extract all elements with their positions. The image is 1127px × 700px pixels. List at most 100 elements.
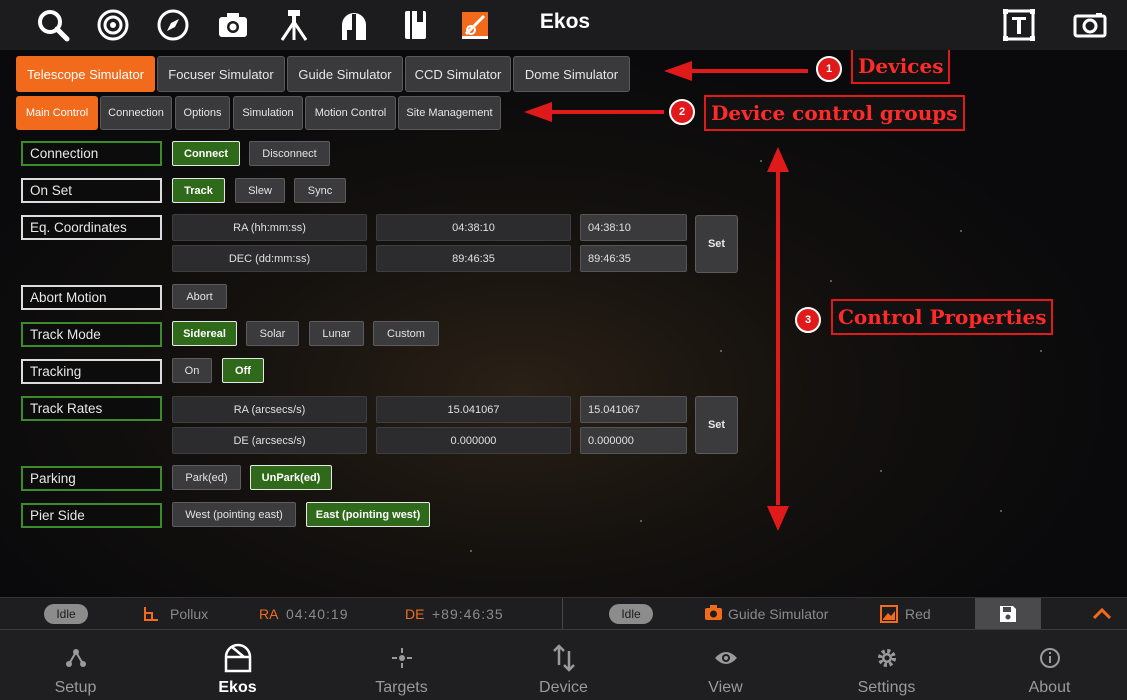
ra-input[interactable]: 04:38:10 — [580, 214, 687, 241]
star — [720, 350, 722, 352]
ra-label: RA — [259, 606, 279, 622]
ra-readout: 04:40:19 — [286, 606, 349, 622]
tab-simulation[interactable]: Simulation — [233, 96, 303, 130]
disconnect-button[interactable]: Disconnect — [249, 141, 330, 166]
search-icon[interactable] — [33, 5, 73, 45]
compass-icon[interactable] — [153, 5, 193, 45]
star — [880, 470, 882, 472]
abort-button[interactable]: Abort — [172, 284, 227, 309]
track-rates-label: Track Rates — [21, 396, 162, 421]
nav-ekos[interactable]: Ekos — [157, 630, 318, 700]
tab-focuser-simulator[interactable]: Focuser Simulator — [157, 56, 285, 92]
tracking-off-button[interactable]: Off — [222, 358, 264, 383]
tab-motion-control[interactable]: Motion Control — [305, 96, 396, 130]
track-button[interactable]: Track — [172, 178, 225, 203]
tab-dome-simulator[interactable]: Dome Simulator — [513, 56, 630, 92]
annotation-groups-label: Device control groups — [704, 95, 965, 131]
tracking-label: Tracking — [21, 359, 162, 384]
tab-guide-simulator[interactable]: Guide Simulator — [287, 56, 403, 92]
annotation-2-marker: 2 — [669, 99, 695, 125]
custom-button[interactable]: Custom — [373, 321, 439, 346]
ra-rate-input[interactable]: 15.041067 — [580, 396, 687, 423]
star — [1000, 510, 1002, 512]
star — [1040, 350, 1042, 352]
pier-west-button[interactable]: West (pointing east) — [172, 502, 296, 527]
observatory-icon[interactable] — [334, 5, 374, 45]
de-readout: +89:46:35 — [432, 606, 504, 622]
sidereal-button[interactable]: Sidereal — [172, 321, 237, 346]
target-name: Pollux — [170, 606, 209, 622]
star — [960, 230, 962, 232]
targets-icon — [391, 648, 412, 668]
tab-site-management[interactable]: Site Management — [398, 96, 501, 130]
ra-rate-value: 15.041067 — [376, 396, 571, 423]
tab-ccd-simulator[interactable]: CCD Simulator — [405, 56, 511, 92]
ekos-logo-icon[interactable] — [455, 5, 495, 45]
rates-set-button[interactable]: Set — [695, 396, 738, 454]
lunar-button[interactable]: Lunar — [309, 321, 364, 346]
text-overlay-icon[interactable] — [999, 5, 1039, 45]
screenshot-icon[interactable] — [1070, 5, 1110, 45]
annotation-properties-label: Control Properties — [831, 299, 1054, 335]
notebook-icon[interactable] — [395, 5, 435, 45]
track-mode-label: Track Mode — [21, 322, 162, 347]
slew-button[interactable]: Slew — [235, 178, 285, 203]
nav-view-label: View — [708, 679, 743, 696]
status-divider — [562, 598, 563, 630]
nav-device[interactable]: Device — [483, 630, 644, 700]
setup-icon — [65, 649, 86, 667]
filter-name: Red — [905, 606, 931, 622]
dec-input[interactable]: 89:46:35 — [580, 245, 687, 272]
de-rate-input[interactable]: 0.000000 — [580, 427, 687, 454]
ra-rate-label: RA (arcsecs/s) — [172, 396, 367, 423]
top-toolbar: Ekos — [0, 0, 1127, 50]
ra-value: 04:38:10 — [376, 214, 571, 241]
annotation-3-marker: 3 — [795, 307, 821, 333]
camera-icon — [704, 604, 723, 626]
solar-button[interactable]: Solar — [246, 321, 299, 346]
annotation-devices-label: Devices — [851, 50, 951, 84]
star — [830, 280, 832, 282]
de-label: DE — [405, 606, 425, 622]
nav-settings-label: Settings — [857, 679, 916, 696]
on-set-label: On Set — [21, 178, 162, 203]
eq-set-button[interactable]: Set — [695, 215, 738, 273]
chevron-up-icon[interactable] — [1092, 606, 1112, 625]
nav-about-label: About — [1028, 679, 1071, 696]
pier-east-button[interactable]: East (pointing west) — [306, 502, 430, 527]
sync-button[interactable]: Sync — [294, 178, 346, 203]
nav-about[interactable]: About — [969, 630, 1127, 700]
de-rate-label: DE (arcsecs/s) — [172, 427, 367, 454]
abort-motion-label: Abort Motion — [21, 285, 162, 310]
star — [760, 160, 762, 162]
nav-device-label: Device — [539, 679, 588, 696]
device-arrows-icon — [552, 644, 575, 672]
eye-icon — [714, 652, 737, 664]
mount-status-badge: Idle — [44, 604, 88, 624]
eq-coordinates-label: Eq. Coordinates — [21, 215, 162, 240]
save-button[interactable] — [975, 598, 1041, 630]
camera-name: Guide Simulator — [728, 606, 829, 622]
park-button[interactable]: Park(ed) — [172, 465, 241, 490]
star — [640, 520, 642, 522]
nav-view[interactable]: View — [645, 630, 806, 700]
unpark-button[interactable]: UnPark(ed) — [250, 465, 332, 490]
pier-side-label: Pier Side — [21, 503, 162, 528]
tracking-on-button[interactable]: On — [172, 358, 212, 383]
tab-main-control[interactable]: Main Control — [16, 96, 98, 130]
nav-setup-label: Setup — [54, 679, 97, 696]
app-title: Ekos — [539, 10, 591, 33]
tab-options[interactable]: Options — [175, 96, 230, 130]
nav-targets[interactable]: Targets — [321, 630, 482, 700]
tab-connection[interactable]: Connection — [100, 96, 172, 130]
nav-setup[interactable]: Setup — [0, 630, 156, 700]
dec-label: DEC (dd:mm:ss) — [172, 245, 367, 272]
connect-button[interactable]: Connect — [172, 141, 240, 166]
tab-telescope-simulator[interactable]: Telescope Simulator — [16, 56, 155, 92]
target-icon[interactable] — [93, 5, 133, 45]
camera-icon[interactable] — [213, 5, 253, 45]
ra-label: RA (hh:mm:ss) — [172, 214, 367, 241]
nav-settings[interactable]: Settings — [806, 630, 967, 700]
tripod-icon[interactable] — [274, 5, 314, 45]
dec-value: 89:46:35 — [376, 245, 571, 272]
